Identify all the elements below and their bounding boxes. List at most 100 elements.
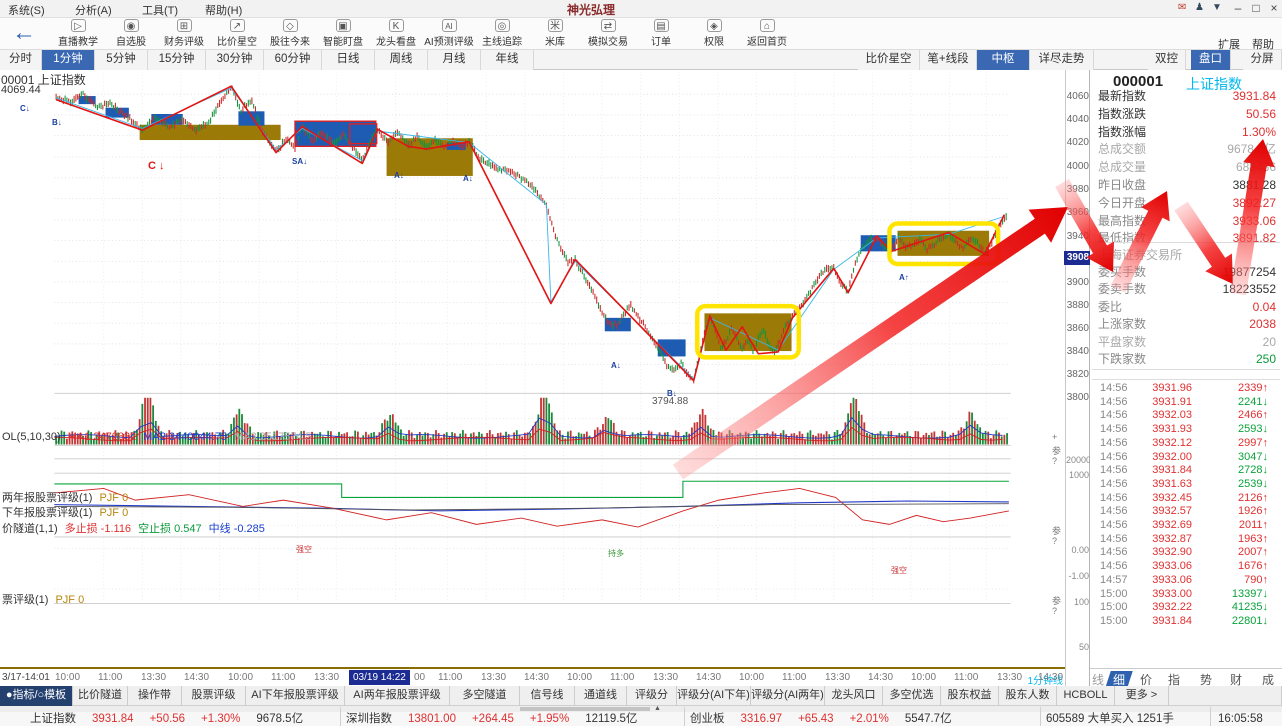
time-label: 10:00 [567,672,592,683]
tick-volume: 3047↓ [1238,450,1268,464]
toolbar-item-主线追踪[interactable]: ◎主线追踪 [474,18,530,50]
view-tab-笔+线段[interactable]: 笔+线段 [920,50,977,70]
toolbar-item-AI预测评级[interactable]: AIAI预测评级 [421,18,477,50]
filter-icon[interactable]: ▼ [1212,2,1222,13]
indicator-tab-AI两年报股票评级[interactable]: AI两年报股票评级 [345,686,450,706]
toolbar-item-米库[interactable]: 米米库 [527,18,583,50]
indicator-tab-●指标/○模板[interactable]: ●指标/○模板 [0,686,73,706]
indicator-tab-HCBOLL[interactable]: HCBOLL [1057,686,1115,706]
y-tick: 3880 [1066,300,1089,311]
indicator-tab-股票评级[interactable]: 股票评级 [182,686,246,706]
indicator-tab-评级分[interactable]: 评级分 [627,686,677,706]
period-tab-1分钟[interactable]: 1分钟 [42,50,95,70]
panel-scale-label: -1.00 [1066,571,1089,581]
tick-row: 14:563933.061676↑ [1090,559,1282,573]
period-tab-5分钟[interactable]: 5分钟 [95,50,148,70]
menu-item-3[interactable]: 帮助(H) [205,2,242,18]
status-value: 12119.5亿 [585,713,637,725]
period-tab-日线[interactable]: 日线 [322,50,375,70]
quote-row-label: 委卖手数 [1098,281,1146,297]
toolbar-item-权限[interactable]: ◈权限 [686,18,742,50]
menu-item-1[interactable]: 分析(A) [75,2,112,18]
user-icon[interactable]: ♟ [1195,2,1204,13]
indicator-tab-操作带[interactable]: 操作带 [128,686,182,706]
indicator-tab-filler [1169,686,1282,706]
indicator-tab-AI下年报股票评级[interactable]: AI下年报股票评级 [246,686,345,706]
quote-row-label: 今日开盘 [1098,195,1146,211]
scrollbar-thumb[interactable] [520,707,650,711]
toolbar-item-智能盯盘[interactable]: ▣智能盯盘 [315,18,371,50]
period-tab-60分钟[interactable]: 60分钟 [264,50,322,70]
toolbar-item-财务评级[interactable]: ⊞财务评级 [156,18,212,50]
indicator-tab-通道线[interactable]: 通道线 [575,686,627,706]
period-tab-15分钟[interactable]: 15分钟 [148,50,206,70]
tick-row: 15:003932.2241235↓ [1090,600,1282,614]
period-tab-年线[interactable]: 年线 [481,50,534,70]
indicator-tab-评级分(AI下年)[interactable]: 评级分(AI下年) [677,686,751,706]
quote-row-label: 总成交量 [1098,159,1146,175]
indicator-tab-更多 >[interactable]: 更多 > [1115,686,1169,706]
panel-param-button[interactable]: + [1052,432,1057,442]
back-button[interactable]: ← [12,19,36,47]
panel-param-button[interactable]: ? [1052,456,1057,466]
panel-param-button[interactable]: ? [1052,606,1057,616]
menu-item-0[interactable]: 系统(S) [8,2,45,18]
status-value: +2.01% [850,713,889,725]
period-tab-周线[interactable]: 周线 [375,50,428,70]
indicator-tab-龙头风口[interactable]: 龙头风口 [825,686,883,706]
view-tab-中枢[interactable]: 中枢 [977,50,1030,70]
toolbar-item-比价星空[interactable]: ↗比价星空 [209,18,265,50]
quote-row-下跌家数: 下跌家数250 [1090,351,1282,367]
tick-row: 14:563932.902007↑ [1090,545,1282,559]
toolbar-item-龙头看盘[interactable]: K龙头看盘 [368,18,424,50]
toolbar-item-直播教学[interactable]: ▷直播教学 [50,18,106,50]
tick-price: 3932.90 [1152,545,1192,559]
indicator-tab-多空优选[interactable]: 多空优选 [883,686,941,706]
toolbar-item-返回首页[interactable]: ⌂返回首页 [739,18,795,50]
indicator-tab-多空隧道[interactable]: 多空隧道 [450,686,520,706]
mail-icon[interactable]: ✉ [1178,2,1186,13]
quote-row-value: 3933.06 [1233,213,1276,229]
menu-bar: 神光弘理 系统(S)分析(A)工具(T)帮助(H)✉♟▼–□×✉♟▼ [0,0,1282,18]
tick-row: 14:563932.122997↑ [1090,436,1282,450]
panel-scale-label: 0.00 [1066,545,1089,555]
maximize-button[interactable]: □ [1248,1,1264,15]
indicator-tab-比价隧道[interactable]: 比价隧道 [73,686,128,706]
period-tab-30分钟[interactable]: 30分钟 [206,50,264,70]
indicator-tab-股东权益[interactable]: 股东权益 [941,686,999,706]
quote-row-label: 委买手数 [1098,264,1146,280]
indicator-tab-评级分(AI两年)[interactable]: 评级分(AI两年) [751,686,825,706]
toolbar-item-label: 比价星空 [209,33,265,48]
scrollbar-arrow-icon[interactable]: ▲ [654,705,661,712]
period-tab-月线[interactable]: 月线 [428,50,481,70]
indicator-tab-信号线[interactable]: 信号线 [520,686,575,706]
tick-row: 14:563932.003047↓ [1090,450,1282,464]
period-tab-分时[interactable]: 分时 [0,50,42,70]
indicator-tab-股东人数[interactable]: 股东人数 [999,686,1057,706]
status-divider [340,707,341,726]
toolbar-item-模拟交易[interactable]: ⇄模拟交易 [580,18,636,50]
tick-price: 3931.63 [1152,477,1192,491]
toolbar-item-订单[interactable]: ▤订单 [633,18,689,50]
minimize-button[interactable]: – [1230,1,1246,15]
close-button[interactable]: × [1266,1,1282,15]
view-tab-双控[interactable]: 双控 [1148,50,1186,70]
quote-row-label: 委比 [1098,299,1122,315]
finance-rating-icon: ⊞ [177,19,192,32]
tick-time: 15:00 [1100,614,1128,628]
status-value: 605589 大单买入 1251手 [1046,713,1174,725]
toolbar-item-自选股[interactable]: ◉自选股 [103,18,159,50]
toolbar-item-股往今来[interactable]: ◇股往今来 [262,18,318,50]
chart-area[interactable]: 00001 上证指数 4069.44 3794.88 OL(5,10,30)MA… [0,70,1065,686]
status-segment-3: 605589 大单买入 1251手 [1046,712,1190,726]
y-tick: 3900 [1066,277,1089,288]
view-tab-盘口[interactable]: 盘口 [1191,50,1231,70]
tick-volume: 2997↑ [1238,436,1268,450]
panel-param-button[interactable]: ? [1052,536,1057,546]
view-tab-详尽走势[interactable]: 详尽走势 [1030,50,1094,70]
tick-time: 14:56 [1100,518,1128,532]
view-tab-比价星空[interactable]: 比价星空 [858,50,920,70]
tick-time: 14:56 [1100,450,1128,464]
menu-item-2[interactable]: 工具(T) [142,2,178,18]
view-tab-分屏[interactable]: 分屏 [1243,50,1282,70]
